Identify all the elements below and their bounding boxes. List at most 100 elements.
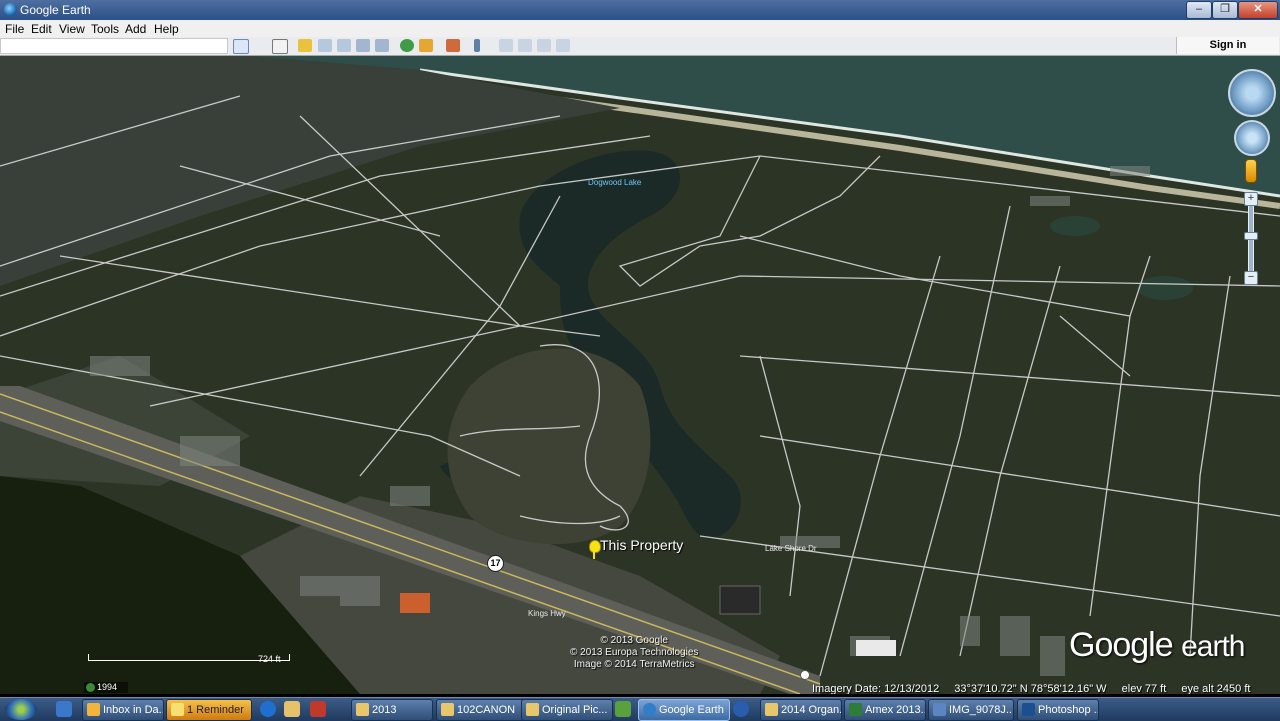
eye-altitude: eye alt 2450 ft [1181,683,1251,694]
map-viewport[interactable]: Dogwood Lake Lake Shore Dr Kings Hwy Thi… [0,56,1280,694]
task-img-9078[interactable]: IMG_9078J... [928,699,1014,721]
sign-in-button[interactable]: Sign in [1176,37,1279,54]
google-earth-icon [4,3,17,16]
folder-icon [526,703,539,716]
ruler-icon[interactable] [474,39,480,52]
placemark-icon[interactable] [298,39,312,52]
task-label: Inbox in Da... [103,704,164,716]
image-overlay-icon[interactable] [356,39,370,52]
task-label: 2013 [372,704,397,716]
task-label: 1 Reminder [187,704,244,716]
task-label: Google Earth [659,704,724,716]
outlook-icon [87,703,100,716]
menu-edit[interactable]: Edit [31,22,52,36]
planets-icon[interactable] [446,39,460,52]
scale-label: 724 ft [258,654,281,664]
zoom-out-icon[interactable]: − [1244,271,1258,285]
window-title: Google Earth [20,3,91,17]
email-icon[interactable] [499,39,513,52]
history-year: 1994 [97,682,118,692]
task-label: Amex 2013... [865,704,926,716]
historical-imagery-icon[interactable] [400,39,414,52]
copyright-line: Image © 2014 TerraMetrics [573,659,695,670]
status-indicator-icon [800,670,810,680]
road-label-kings-hwy: Kings Hwy [528,609,566,618]
path-icon[interactable] [337,39,351,52]
menu-help[interactable]: Help [154,22,179,36]
placemark-label[interactable]: This Property [600,537,683,553]
close-button[interactable]: ✕ [1238,1,1278,19]
menu-add[interactable]: Add [125,22,146,36]
start-button-icon[interactable] [5,699,37,720]
minimize-button[interactable]: – [1186,1,1212,19]
folder-icon [441,703,454,716]
task-2013[interactable]: 2013 [351,699,433,721]
toolbar: Sign in [0,37,1280,56]
status-bar: Imagery Date: 12/13/2012 33°37'10.72" N … [812,683,1262,694]
app-icon[interactable] [733,701,749,717]
folder-icon [765,703,778,716]
aerial-imagery [0,56,1280,694]
elevation: elev 77 ft [1121,683,1167,694]
road-label-lake-shore: Lake Shore Dr [765,544,817,553]
task-label: 2014 Organ... [781,704,842,716]
task-reminder[interactable]: 1 Reminder [166,699,252,721]
google-earth-logo: Google earth [1069,626,1245,665]
task-label: IMG_9078J... [949,704,1014,716]
task-102canon[interactable]: 102CANON [436,699,526,721]
app-icon[interactable] [615,701,631,717]
save-image-icon[interactable] [537,39,551,52]
system-tray[interactable] [1226,699,1280,719]
lake-label: Dogwood Lake [588,178,642,187]
task-2014-organ[interactable]: 2014 Organ... [760,699,842,721]
record-tour-icon[interactable] [375,39,389,52]
media-icon[interactable] [310,701,326,717]
sidebar-toggle-icon[interactable] [272,39,288,54]
search-icon[interactable] [233,39,249,54]
menu-tools[interactable]: Tools [91,22,119,36]
logo-earth: earth [1181,630,1245,663]
task-outlook[interactable]: Inbox in Da... [82,699,164,721]
sunlight-icon[interactable] [419,39,433,52]
folder-icon [356,703,369,716]
taskbar: Inbox in Da... 1 Reminder 2013 102CANON … [0,697,1280,721]
zoom-in-icon[interactable]: + [1244,192,1258,206]
task-label: Photoshop ... [1038,704,1099,716]
historical-imagery-year[interactable]: 1994 [84,682,128,693]
search-field[interactable] [0,38,228,54]
menu-view[interactable]: View [59,22,85,36]
copyright-text: © 2013 Google © 2013 Europa Technologies… [570,635,698,671]
pushpin-stem [593,551,595,559]
title-bar: Google Earth – ❐ ✕ [0,0,1280,20]
coordinates: 33°37'10.72" N 78°58'12.16" W [954,683,1107,694]
logo-google: Google [1069,626,1174,664]
polygon-icon[interactable] [318,39,332,52]
task-photoshop[interactable]: Photoshop ... [1017,699,1099,721]
bell-icon [171,703,184,716]
task-label: Original Pic... [542,704,608,716]
task-original-pic[interactable]: Original Pic... [521,699,613,721]
street-view-pegman-icon[interactable] [1245,159,1257,183]
task-amex[interactable]: Amex 2013... [844,699,926,721]
photoshop-icon [1022,703,1035,716]
print-icon[interactable] [518,39,532,52]
menu-file[interactable]: File [5,22,24,36]
maximize-button[interactable]: ❐ [1212,1,1238,19]
ie-icon[interactable] [260,701,276,717]
excel-icon [849,703,862,716]
image-icon [933,703,946,716]
move-control-icon[interactable] [1234,120,1270,156]
clock-icon [86,683,95,692]
menu-bar: File Edit View Tools Add Help [0,20,1280,37]
quicklaunch-icon[interactable] [56,701,72,717]
route-shield: 17 [487,555,504,572]
imagery-date: Imagery Date: 12/13/2012 [812,683,940,694]
zoom-slider-handle[interactable] [1244,232,1258,240]
google-earth-icon [643,703,656,716]
look-control-icon[interactable] [1228,69,1276,117]
task-google-earth[interactable]: Google Earth [638,699,730,721]
copyright-line: © 2013 Google [600,635,668,646]
view-in-maps-icon[interactable] [556,39,570,52]
copyright-line: © 2013 Europa Technologies [570,647,699,658]
explorer-icon[interactable] [284,701,300,717]
